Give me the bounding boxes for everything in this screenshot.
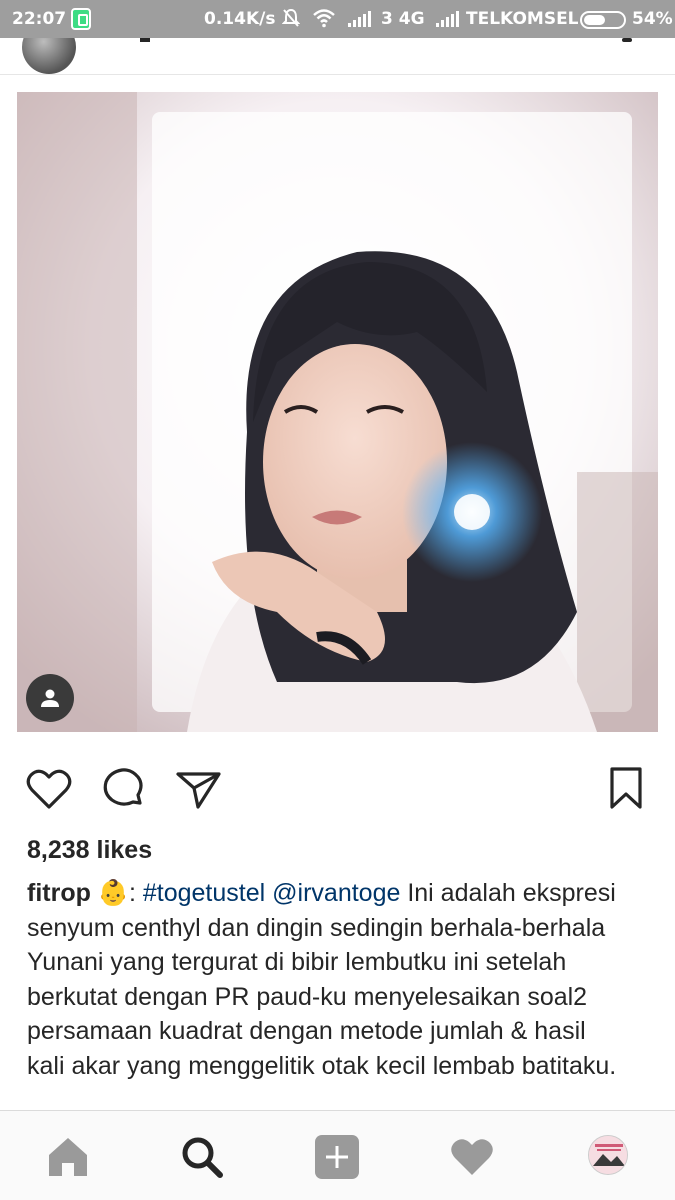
network-speed: 0.14K/s: [204, 9, 276, 29]
post-author-avatar[interactable]: [22, 38, 76, 74]
battery-icon: [580, 11, 626, 29]
caption-username[interactable]: fitrop 👶: [27, 879, 129, 907]
send-icon: [176, 772, 221, 809]
caption-text: Ini adalah ekspresi: [400, 879, 616, 907]
caption-emoji: 👶: [97, 879, 129, 907]
person-tag-icon: [41, 689, 59, 707]
search-icon: [182, 1137, 223, 1178]
carrier-name: TELKOMSEL: [466, 9, 579, 29]
post-author-name[interactable]: [140, 38, 150, 42]
bookmark-icon: [610, 767, 642, 809]
caption-line: fitrop 👶: #togetustel @irvantoge Ini ada…: [27, 879, 616, 907]
caption-mention[interactable]: @irvantoge: [272, 879, 400, 907]
nav-home[interactable]: [44, 1133, 92, 1181]
caption-line: senyum centhyl dan dingin sedingin berha…: [27, 913, 606, 942]
caption-line: berkutat dengan PR paud-ku menyelesaikan…: [27, 982, 588, 1011]
caption-line: Yunani yang tergurat di bibir lembutku i…: [27, 948, 567, 976]
status-time: 22:07: [12, 9, 67, 29]
status-bar: 22:07 0.14K/s 3 4G TELKOMSEL 54%: [0, 0, 675, 38]
save-button[interactable]: [606, 765, 656, 817]
tag-people-button[interactable]: [26, 674, 74, 722]
mute-bell-icon: [282, 8, 300, 27]
nav-profile-avatar[interactable]: [588, 1135, 628, 1175]
wifi-icon: [313, 9, 335, 28]
nav-activity[interactable]: [448, 1133, 496, 1181]
likes-count[interactable]: 8,238 likes: [27, 836, 152, 865]
share-button[interactable]: [175, 765, 225, 817]
comment-icon: [103, 768, 143, 806]
post-actions: [0, 765, 675, 821]
post-caption: fitrop 👶: #togetustel @irvantoge Ini ada…: [27, 876, 652, 1083]
comment-button[interactable]: [100, 765, 150, 817]
nav-search[interactable]: [178, 1133, 226, 1181]
profile-avatar: [589, 1136, 627, 1174]
caption-hashtag[interactable]: #togetustel: [143, 879, 265, 907]
caption-line: kali akar yang menggelitik otak kecil le…: [27, 1051, 617, 1080]
home-icon: [49, 1138, 87, 1176]
add-icon: [315, 1135, 359, 1179]
like-button[interactable]: [25, 765, 75, 817]
caption-line: persamaan kuadrat dengan metode jumlah &…: [27, 1017, 586, 1045]
heart-icon: [26, 769, 72, 809]
signal-icon: [348, 11, 371, 27]
more-options-icon[interactable]: [622, 38, 632, 42]
post-header: [0, 38, 675, 75]
network-type: 3 4G: [381, 9, 425, 29]
activity-heart-icon: [451, 1139, 493, 1175]
nav-add-post[interactable]: [313, 1133, 361, 1181]
battery-percent: 54%: [632, 9, 673, 29]
security-shield-icon: [71, 8, 91, 30]
caption-username-text: fitrop: [27, 879, 91, 907]
post-photo[interactable]: [17, 92, 658, 732]
photo-image: [17, 92, 658, 732]
battery-level: [584, 15, 605, 25]
bottom-navigation: [0, 1110, 675, 1200]
signal-icon: [436, 11, 459, 27]
